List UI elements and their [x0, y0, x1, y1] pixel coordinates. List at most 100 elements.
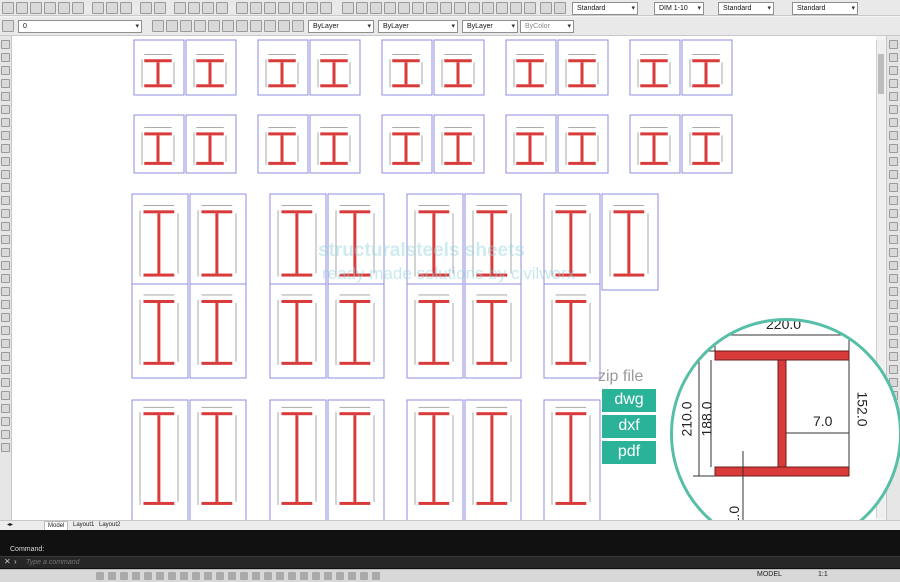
status-toggle-icon[interactable]: [108, 572, 116, 580]
layer-previous-icon[interactable]: [166, 20, 178, 32]
status-toggle-icon[interactable]: [348, 572, 356, 580]
draw-tool-icon[interactable]: [1, 378, 10, 387]
layer-walk-icon[interactable]: [250, 20, 262, 32]
draw-tool-icon[interactable]: [1, 157, 10, 166]
status-toggle-icon[interactable]: [216, 572, 224, 580]
text-style-select[interactable]: Standard ▾: [572, 2, 638, 15]
draw-tool-icon[interactable]: [1, 170, 10, 179]
draw-tool-icon[interactable]: [1, 417, 10, 426]
draw-tool-icon[interactable]: [1, 92, 10, 101]
status-toggle-icon[interactable]: [120, 572, 128, 580]
mleader-style-select[interactable]: Standard ▾: [792, 2, 858, 15]
draw-tool-icon[interactable]: [1, 300, 10, 309]
status-toggle-icon[interactable]: [204, 572, 212, 580]
status-toggle-icon[interactable]: [300, 572, 308, 580]
draw-tool-icon[interactable]: [1, 274, 10, 283]
draw-tool-icon[interactable]: [1, 105, 10, 114]
tool-palettes-icon[interactable]: [264, 2, 276, 14]
dim-tolerance-icon[interactable]: [468, 2, 480, 14]
zoom-window-icon[interactable]: [202, 2, 214, 14]
dim-style-icon[interactable]: [540, 2, 552, 14]
modify-tool-icon[interactable]: [889, 248, 898, 257]
draw-tool-icon[interactable]: [1, 443, 10, 452]
zoom-realtime-icon[interactable]: [188, 2, 200, 14]
status-toggle-icon[interactable]: [324, 572, 332, 580]
properties-icon[interactable]: [236, 2, 248, 14]
status-toggle-icon[interactable]: [312, 572, 320, 580]
modify-tool-icon[interactable]: [889, 131, 898, 140]
dim-edit-icon[interactable]: [496, 2, 508, 14]
dim-arc-icon[interactable]: [370, 2, 382, 14]
status-toggle-icon[interactable]: [144, 572, 152, 580]
open-icon[interactable]: [16, 2, 28, 14]
new-icon[interactable]: [2, 2, 14, 14]
layer-delete-icon[interactable]: [292, 20, 304, 32]
modify-tool-icon[interactable]: [889, 196, 898, 205]
close-icon[interactable]: ✕: [4, 557, 11, 566]
status-toggle-icon[interactable]: [168, 572, 176, 580]
draw-tool-icon[interactable]: [1, 235, 10, 244]
plotstyle-select[interactable]: ByColor ▾: [520, 20, 574, 33]
draw-tool-icon[interactable]: [1, 248, 10, 257]
tab-layout2[interactable]: Layout2: [96, 521, 123, 530]
text-style-icon[interactable]: [554, 2, 566, 14]
copy-icon[interactable]: [106, 2, 118, 14]
draw-tool-icon[interactable]: [1, 352, 10, 361]
layer-states-icon[interactable]: [180, 20, 192, 32]
modify-tool-icon[interactable]: [889, 313, 898, 322]
linetype-select[interactable]: ByLayer ▾: [378, 20, 458, 33]
modify-tool-icon[interactable]: [889, 170, 898, 179]
calc-icon[interactable]: [306, 2, 318, 14]
draw-tool-icon[interactable]: [1, 430, 10, 439]
dim-continue-icon[interactable]: [454, 2, 466, 14]
status-toggle-icon[interactable]: [180, 572, 188, 580]
status-toggle-icon[interactable]: [156, 572, 164, 580]
zoom-previous-icon[interactable]: [216, 2, 228, 14]
dim-linear-icon[interactable]: [342, 2, 354, 14]
dim-baseline-icon[interactable]: [440, 2, 452, 14]
modify-tool-icon[interactable]: [889, 92, 898, 101]
modify-tool-icon[interactable]: [889, 235, 898, 244]
cut-icon[interactable]: [92, 2, 104, 14]
layer-match-icon[interactable]: [264, 20, 276, 32]
model-space-label[interactable]: MODEL: [757, 571, 782, 578]
modify-tool-icon[interactable]: [889, 53, 898, 62]
draw-tool-icon[interactable]: [1, 40, 10, 49]
dim-angular-icon[interactable]: [426, 2, 438, 14]
draw-tool-icon[interactable]: [1, 222, 10, 231]
modify-tool-icon[interactable]: [889, 339, 898, 348]
command-input[interactable]: [26, 558, 626, 567]
draw-tool-icon[interactable]: [1, 261, 10, 270]
status-toggle-icon[interactable]: [288, 572, 296, 580]
modify-tool-icon[interactable]: [889, 66, 898, 75]
draw-tool-icon[interactable]: [1, 196, 10, 205]
tab-layout1[interactable]: Layout1: [70, 521, 97, 530]
status-toggle-icon[interactable]: [228, 572, 236, 580]
status-toggle-icon[interactable]: [336, 572, 344, 580]
draw-tool-icon[interactable]: [1, 209, 10, 218]
make-current-icon[interactable]: [152, 20, 164, 32]
modify-tool-icon[interactable]: [889, 40, 898, 49]
layer-manager-icon[interactable]: [2, 20, 14, 32]
help-icon[interactable]: [320, 2, 332, 14]
status-toggle-icon[interactable]: [96, 572, 104, 580]
modify-tool-icon[interactable]: [889, 144, 898, 153]
tab-nav-icon[interactable]: ◂▸: [4, 521, 16, 530]
draw-tool-icon[interactable]: [1, 365, 10, 374]
redo-icon[interactable]: [154, 2, 166, 14]
dim-text-edit-icon[interactable]: [524, 2, 536, 14]
status-toggle-icon[interactable]: [240, 572, 248, 580]
status-toggle-icon[interactable]: [372, 572, 380, 580]
undo-icon[interactable]: [140, 2, 152, 14]
preview-icon[interactable]: [58, 2, 70, 14]
layer-freeze-icon[interactable]: [222, 20, 234, 32]
dim-radius-icon[interactable]: [398, 2, 410, 14]
table-style-select[interactable]: Standard ▾: [718, 2, 774, 15]
status-toggle-icon[interactable]: [252, 572, 260, 580]
draw-tool-icon[interactable]: [1, 391, 10, 400]
modify-tool-icon[interactable]: [889, 300, 898, 309]
status-toggle-icon[interactable]: [264, 572, 272, 580]
color-select[interactable]: ByLayer ▾: [308, 20, 374, 33]
pan-icon[interactable]: [174, 2, 186, 14]
draw-tool-icon[interactable]: [1, 313, 10, 322]
